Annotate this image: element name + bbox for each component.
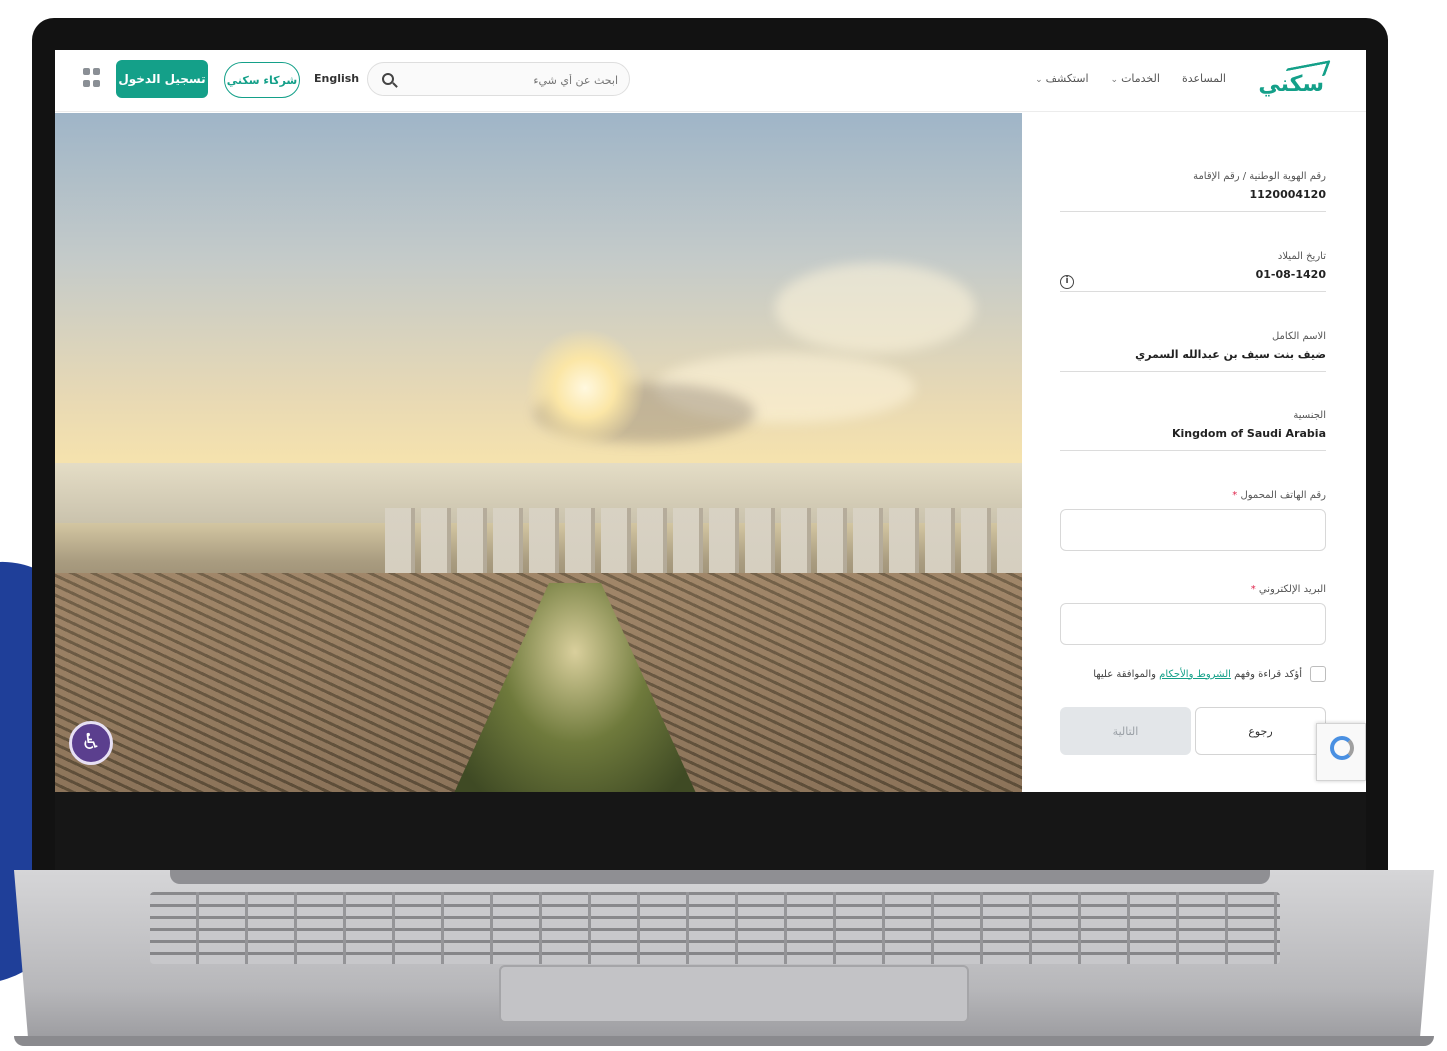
hero-image: ♿ [55, 113, 1022, 792]
laptop-base-edge [14, 1036, 1434, 1046]
logo-text: سكني [1258, 72, 1324, 97]
nationality-value: Kingdom of Saudi Arabia [1172, 427, 1326, 440]
nav-item-help[interactable]: المساعدة [1182, 72, 1226, 85]
info-icon[interactable]: i [1060, 275, 1074, 289]
partners-button[interactable]: شركاء سكني [224, 62, 300, 98]
terms-link[interactable]: الشروط والأحكام [1159, 669, 1231, 680]
laptop-hinge [170, 870, 1270, 884]
mobile-phone-label: رقم الهاتف المحمول * [1232, 490, 1326, 501]
search-icon[interactable] [382, 73, 394, 85]
terms-suffix: والموافقة عليها [1093, 668, 1156, 680]
nav-item-label: الخدمات [1121, 72, 1160, 85]
nav-item-label: استكشف [1045, 72, 1089, 85]
nationality-field: الجنسية Kingdom of Saudi Arabia [1060, 410, 1326, 451]
email-label: البريد الإلكتروني * [1251, 584, 1326, 595]
laptop-trackpad [499, 965, 969, 1023]
registration-form-panel: رقم الهوية الوطنية / رقم الإقامة 1120004… [1022, 113, 1366, 792]
back-button[interactable]: رجوع [1195, 707, 1326, 755]
terms-text: أؤكد قراءة وفهم الشروط والأحكام والموافق… [1093, 669, 1302, 680]
mobile-phone-label-text: رقم الهاتف المحمول [1240, 490, 1326, 501]
date-of-birth-value: 01-08-1420 [1255, 268, 1326, 281]
laptop-bezel-chin [55, 792, 1366, 874]
email-input[interactable] [1060, 603, 1326, 645]
terms-agreement: أؤكد قراءة وفهم الشروط والأحكام والموافق… [1093, 666, 1326, 682]
sakani-logo[interactable]: سكني [1240, 60, 1331, 100]
mobile-phone-input[interactable] [1060, 509, 1326, 551]
next-button[interactable]: التالية [1060, 707, 1191, 755]
recaptcha-icon [1330, 736, 1354, 760]
required-mark: * [1232, 490, 1238, 501]
terms-checkbox[interactable] [1310, 666, 1326, 682]
sun-glow [525, 328, 645, 448]
grid-icon[interactable] [83, 68, 101, 88]
date-of-birth-label: تاريخ الميلاد [1277, 251, 1326, 262]
cloud-shape [775, 263, 975, 353]
recaptcha-badge[interactable] [1316, 723, 1366, 781]
full-name-field: الاسم الكامل ضيف بنت سيف بن عبدالله السم… [1060, 331, 1326, 372]
nav-item-label: المساعدة [1181, 72, 1226, 85]
terms-prefix: أؤكد قراءة وفهم [1234, 668, 1302, 680]
national-id-value: 1120004120 [1249, 188, 1326, 201]
full-name-label: الاسم الكامل [1271, 331, 1326, 342]
full-name-value: ضيف بنت سيف بن عبدالله السمري [1135, 348, 1326, 361]
laptop-screen: تسجيل الدخول شركاء سكني English استكشف⌄ … [55, 50, 1366, 792]
nav-item-services[interactable]: الخدمات⌄ [1111, 72, 1160, 85]
chevron-down-icon: ⌄ [1035, 75, 1043, 85]
nationality-label: الجنسية [1293, 410, 1326, 421]
language-toggle-link[interactable]: English [314, 72, 359, 85]
email-label-text: البريد الإلكتروني [1258, 584, 1326, 595]
chevron-down-icon: ⌄ [1110, 75, 1119, 85]
search-box[interactable] [367, 62, 630, 96]
main-nav: استكشف⌄ الخدمات⌄ المساعدة [1035, 72, 1226, 85]
accessibility-icon[interactable]: ♿ [69, 721, 113, 765]
login-button[interactable]: تسجيل الدخول [116, 60, 208, 98]
search-input[interactable] [408, 69, 618, 91]
national-id-label: رقم الهوية الوطنية / رقم الإقامة [1193, 171, 1326, 182]
date-of-birth-field: تاريخ الميلاد 01-08-1420 i [1060, 251, 1326, 292]
required-mark: * [1250, 584, 1256, 595]
laptop-keyboard [150, 892, 1280, 964]
nav-item-explore[interactable]: استكشف⌄ [1035, 72, 1088, 85]
national-id-field: رقم الهوية الوطنية / رقم الإقامة 1120004… [1060, 171, 1326, 212]
top-navigation-bar: تسجيل الدخول شركاء سكني English استكشف⌄ … [55, 50, 1366, 112]
